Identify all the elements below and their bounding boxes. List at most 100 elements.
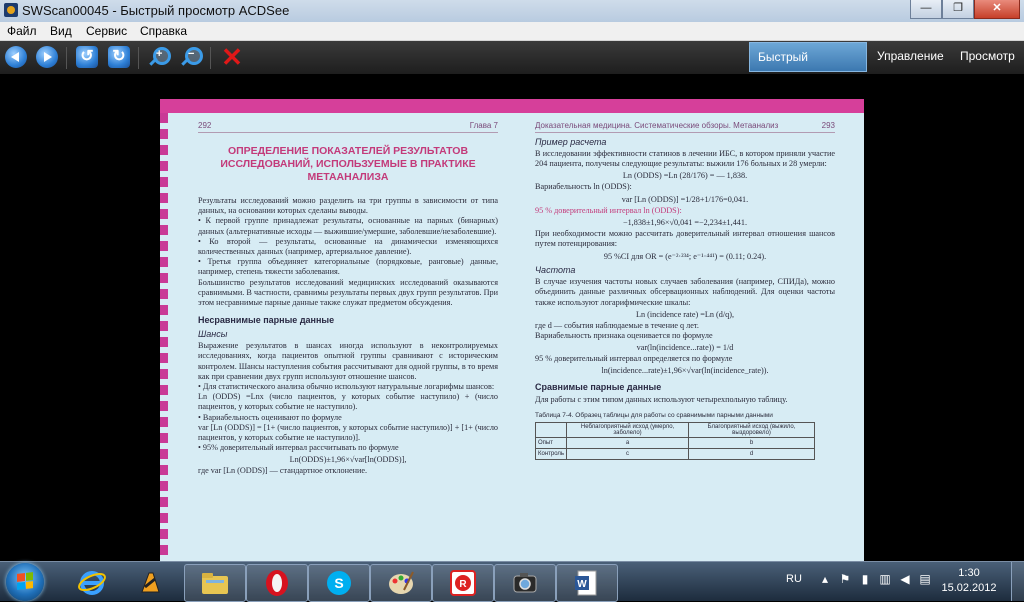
table-header-row: Неблагоприятный исход (умерло, заболело)…	[534, 421, 815, 438]
show-desktop-button[interactable]	[1011, 562, 1024, 601]
svg-text:W: W	[577, 579, 587, 590]
table-row: Опыт a b	[534, 436, 815, 449]
taskbar: S R W RU ▴ ⚑ ▮ ▥ ◀ ▤ 1:30 15.02.2012	[0, 561, 1024, 602]
taskbar-skype[interactable]: S	[308, 564, 370, 602]
taskbar-paint[interactable]	[370, 564, 432, 602]
example-heading: Пример расчета	[535, 137, 607, 147]
forward-button[interactable]	[36, 46, 60, 70]
page-edge-top	[160, 99, 864, 113]
scanned-page-image: 292 Глава 7 ОПРЕДЕЛЕНИЕ ПОКАЗАТЕЛЕЙ РЕЗУ…	[160, 99, 864, 561]
delete-button[interactable]: ✕	[220, 42, 244, 72]
rotate-left-button[interactable]: ↺	[76, 46, 100, 70]
formula: Ln (incidence rate) =Ln (d/q),	[635, 309, 735, 319]
section-title-line: ИССЛЕДОВАНИЙ, ИСПОЛЬЗУЕМЫЕ В ПРАКТИКЕ	[220, 158, 476, 170]
bullet-item: • Третья группа объединяет категориальны…	[198, 257, 498, 277]
subsection-heading: Сравнимые парные данные	[535, 382, 662, 393]
action-center-icon[interactable]: ⚑	[838, 572, 852, 586]
paragraph: где d — события наблюдаемые в течение q …	[535, 320, 699, 330]
table-cell: Неблагоприятный исход (умерло, заболело)	[566, 421, 690, 438]
foxit-reader-icon: R	[450, 570, 476, 596]
paragraph: Вариабельность ln (ODDS):	[535, 182, 632, 192]
taskbar-foxit[interactable]: R	[432, 564, 494, 602]
chapter-label: Глава 7	[469, 121, 498, 130]
restore-button[interactable]: ❐	[942, 0, 974, 19]
acdsee-icon	[513, 573, 537, 593]
image-viewer[interactable]: 292 Глава 7 ОПРЕДЕЛЕНИЕ ПОКАЗАТЕЛЕЙ РЕЗУ…	[0, 75, 1024, 561]
tab-manage[interactable]: Управление	[869, 41, 952, 71]
tab-view[interactable]: Просмотр	[952, 41, 1023, 71]
clock-date: 15.02.2012	[941, 582, 997, 594]
menu-file[interactable]: Файл	[7, 24, 37, 38]
bullet-item: • Вариабельность оценивают по формуле	[198, 412, 342, 422]
data-table: Неблагоприятный исход (умерло, заболело)…	[534, 421, 815, 460]
network-icon[interactable]: ▥	[878, 572, 892, 586]
acdsee-app-icon[interactable]	[4, 3, 18, 17]
paragraph: 95 % доверительный интервал ln (ODDS):	[535, 205, 682, 215]
rotate-right-icon: ↻	[108, 46, 130, 68]
tab-quick-view[interactable]: Быстрый просмотр	[749, 42, 867, 92]
window-controls: — ❐ ✕	[910, 0, 1020, 20]
section-title-line: ОПРЕДЕЛЕНИЕ ПОКАЗАТЕЛЕЙ РЕЗУЛЬТАТОВ	[227, 145, 469, 157]
formula: var(ln(incidence...rate)) = 1/d	[636, 343, 734, 353]
bullet-item: • К первой группе принадлежат результаты…	[198, 216, 498, 236]
taskbar-acdsee[interactable]	[494, 564, 556, 602]
subsection-heading: Несравнимые парные данные	[198, 315, 335, 326]
zoom-out-icon: −	[179, 46, 203, 68]
system-tray: ▴ ⚑ ▮ ▥ ◀ ▤	[818, 572, 932, 586]
formula: ln(incidence...rate)±1,96×√var(ln(incide…	[601, 366, 769, 376]
page-edge-left	[160, 113, 168, 561]
subsection-italic-heading: Шансы	[198, 329, 228, 340]
zoom-in-icon: +	[147, 46, 171, 68]
zoom-in-button[interactable]: +	[147, 46, 171, 70]
power-icon[interactable]: ▮	[858, 572, 872, 586]
delete-icon: ✕	[221, 42, 243, 72]
table-cell: Опыт	[534, 436, 568, 449]
forward-icon	[36, 46, 58, 68]
volume-icon[interactable]: ◀	[898, 572, 912, 586]
rotate-right-button[interactable]: ↻	[108, 46, 132, 70]
formula: −1,838±1,96×√0,041 =−2,234±1,441.	[622, 217, 748, 227]
paragraph: 95 % доверительный интервал определяется…	[535, 354, 733, 364]
rotate-left-icon: ↺	[76, 46, 98, 68]
paragraph: Большинство результатов исследований мед…	[198, 277, 498, 308]
taskbar-explorer[interactable]	[184, 564, 246, 602]
bullet-item: • 95% доверительный интервал рассчитыват…	[198, 443, 399, 453]
frequency-heading: Частота	[535, 265, 576, 276]
formula: var [Ln (ODDS)] = [1+ (число пациентов, …	[198, 422, 498, 443]
menu-bar: Файл Вид Сервис Справка	[0, 22, 1024, 41]
taskbar-word[interactable]: W	[556, 564, 618, 602]
menu-tools[interactable]: Сервис	[86, 24, 127, 38]
menu-help[interactable]: Справка	[140, 24, 187, 38]
taskbar-opera[interactable]	[246, 564, 308, 602]
formula: 95 %CI для OR = (e⁻²·²³⁴; e⁻¹·⁴⁴¹) = (0.…	[603, 252, 767, 262]
table-cell: Контроль	[534, 447, 568, 460]
show-hidden-icons-icon[interactable]: ▴	[818, 572, 832, 586]
paragraph: Выражение результатов в шансах иногда ис…	[198, 341, 498, 381]
left-page-number: 292	[198, 121, 212, 130]
paragraph: При необходимости можно рассчитать довер…	[535, 228, 835, 249]
back-icon	[5, 46, 27, 68]
right-page-number: 293	[821, 121, 835, 130]
paragraph: В исследовании эффективности статинов в …	[535, 149, 835, 169]
windows-logo-icon	[17, 572, 33, 590]
keyboard-icon[interactable]: ▤	[918, 572, 932, 586]
minimize-button[interactable]: —	[910, 0, 942, 19]
section-title: ОПРЕДЕЛЕНИЕ ПОКАЗАТЕЛЕЙ РЕЗУЛЬТАТОВ ИССЛ…	[198, 145, 498, 184]
internet-explorer-icon	[78, 571, 106, 595]
svg-text:R: R	[459, 579, 467, 590]
language-indicator[interactable]: RU	[786, 573, 802, 585]
toolbar-separator	[210, 47, 211, 69]
section-title-line: МЕТААНАЛИЗА	[307, 171, 389, 183]
back-button[interactable]	[5, 46, 29, 70]
start-button[interactable]	[6, 563, 44, 601]
file-explorer-icon	[202, 573, 228, 594]
taskbar-winamp[interactable]	[120, 564, 180, 600]
zoom-out-button[interactable]: −	[179, 46, 203, 70]
close-button[interactable]: ✕	[974, 0, 1020, 19]
paragraph: Для работы с этим типом данных использую…	[535, 395, 788, 405]
taskbar-ie[interactable]	[62, 564, 122, 600]
clock[interactable]: 1:30 15.02.2012	[934, 566, 1004, 596]
left-page: 292 Глава 7 ОПРЕДЕЛЕНИЕ ПОКАЗАТЕЛЕЙ РЕЗУ…	[198, 121, 498, 477]
intro-paragraph: Результаты исследований можно разделить …	[198, 196, 498, 216]
menu-view[interactable]: Вид	[50, 24, 72, 38]
